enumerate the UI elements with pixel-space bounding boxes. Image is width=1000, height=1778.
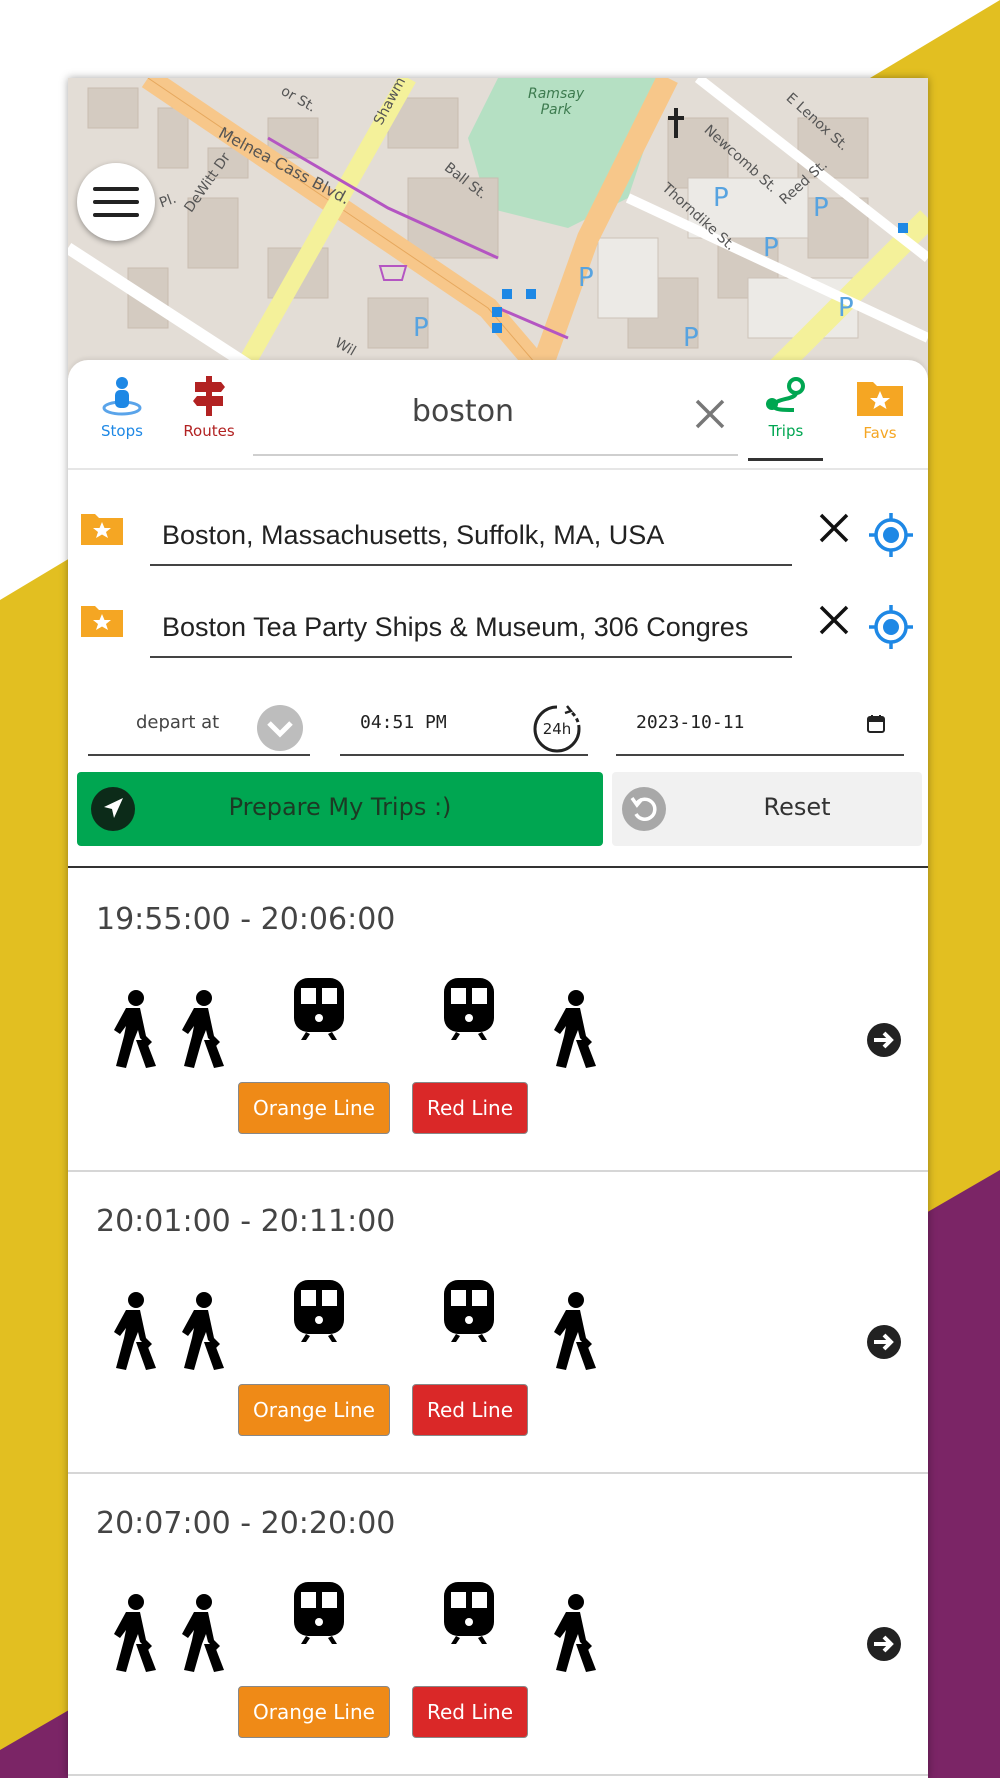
undo-icon xyxy=(622,787,666,831)
train-icon xyxy=(444,1582,494,1644)
red-line-badge: Red Line xyxy=(412,1082,528,1134)
nav-routes-label: Routes xyxy=(183,422,235,440)
clock-24h-icon[interactable]: 24h xyxy=(530,702,584,756)
red-line-badge: Red Line xyxy=(412,1686,528,1738)
nav-favs-label: Favs xyxy=(863,424,897,442)
walk-icon xyxy=(114,1594,156,1672)
destination-locate-icon[interactable] xyxy=(868,604,914,650)
chevron-down-icon xyxy=(257,705,303,751)
train-icon xyxy=(444,978,494,1040)
clock-24h-label: 24h xyxy=(543,720,572,738)
origin-favorite-icon[interactable] xyxy=(80,510,124,546)
origin-clear-icon[interactable] xyxy=(818,512,850,544)
nav-routes-button[interactable]: Routes xyxy=(168,376,250,440)
search-clear-icon[interactable] xyxy=(694,398,726,430)
destination-row xyxy=(68,592,928,672)
depart-mode-select[interactable]: depart at xyxy=(88,700,310,756)
map-view[interactable]: P P P P P P P Ramsay Park Melnea Cass Bl… xyxy=(68,78,928,386)
trip-result-item[interactable]: 20:01:00 - 20:11:00 Orange Line Red Line xyxy=(68,1172,928,1474)
prepare-trips-label: Prepare My Trips :) xyxy=(228,793,452,821)
arrow-right-circle-icon[interactable] xyxy=(866,1626,902,1662)
svg-text:P: P xyxy=(813,193,829,223)
train-icon xyxy=(294,1280,344,1342)
trip-planner-panel: Stops Routes boston Trips Favs Boston, M… xyxy=(68,360,928,1778)
reset-button[interactable]: Reset xyxy=(612,772,922,846)
svg-text:P: P xyxy=(683,323,699,353)
route-pin-icon xyxy=(766,377,805,412)
person-pin-icon xyxy=(102,377,142,416)
arrow-right-circle-icon[interactable] xyxy=(866,1022,902,1058)
signpost-icon xyxy=(193,376,225,416)
arrow-right-circle-icon[interactable] xyxy=(866,1324,902,1360)
walk-icon xyxy=(114,1292,156,1370)
nav-favs-button[interactable]: Favs xyxy=(838,376,922,442)
menu-button[interactable] xyxy=(77,163,155,241)
walk-icon xyxy=(554,1292,596,1370)
origin-locate-icon[interactable] xyxy=(868,512,914,558)
walk-icon xyxy=(554,1594,596,1672)
destination-clear-icon[interactable] xyxy=(818,604,850,636)
walk-icon xyxy=(182,990,224,1068)
svg-text:P: P xyxy=(578,263,594,293)
star-folder-icon xyxy=(857,382,903,416)
top-navigation: Stops Routes boston Trips Favs xyxy=(68,360,928,470)
nav-trips-button[interactable]: Trips xyxy=(748,376,824,440)
search-input[interactable] xyxy=(253,388,673,434)
trip-result-item[interactable]: 20:07:00 - 20:20:00 Orange Line Red Line xyxy=(68,1474,928,1776)
train-icon xyxy=(294,1582,344,1644)
trip-time-range: 20:01:00 - 20:11:00 xyxy=(96,1204,396,1239)
nav-stops-label: Stops xyxy=(101,422,143,440)
trip-time-range: 20:07:00 - 20:20:00 xyxy=(96,1506,396,1541)
depart-time-value: 04:51 PM xyxy=(360,712,447,733)
origin-row xyxy=(68,500,928,580)
depart-date-value: 2023-10-11 xyxy=(636,712,745,733)
svg-text:P: P xyxy=(413,313,429,343)
walk-icon xyxy=(114,990,156,1068)
walk-icon xyxy=(182,1292,224,1370)
depart-options-row: depart at 04:51 PM 24h 2023-10-11 xyxy=(68,690,928,770)
svg-text:P: P xyxy=(713,183,729,213)
map-tiles[interactable]: P P P P P P P xyxy=(68,78,928,386)
nav-trips-label: Trips xyxy=(768,422,804,440)
train-icon xyxy=(294,978,344,1040)
walk-icon xyxy=(554,990,596,1068)
trip-result-item[interactable]: 19:55:00 - 20:06:00 Orange Line Red Line xyxy=(68,870,928,1172)
walk-icon xyxy=(182,1594,224,1672)
depart-time-input[interactable]: 04:51 PM 24h xyxy=(340,700,588,756)
origin-input[interactable] xyxy=(150,506,792,566)
destination-favorite-icon[interactable] xyxy=(80,602,124,638)
train-icon xyxy=(444,1280,494,1342)
reset-label: Reset xyxy=(763,793,831,821)
nav-stops-button[interactable]: Stops xyxy=(82,376,162,440)
depart-mode-label: depart at xyxy=(136,712,220,733)
svg-text:P: P xyxy=(838,293,854,323)
prepare-trips-button[interactable]: Prepare My Trips :) xyxy=(77,772,603,846)
svg-text:P: P xyxy=(763,233,779,263)
search-bar xyxy=(253,370,738,456)
active-tab-indicator xyxy=(748,458,823,461)
trip-time-range: 19:55:00 - 20:06:00 xyxy=(96,902,396,937)
orange-line-badge: Orange Line xyxy=(238,1686,390,1738)
orange-line-badge: Orange Line xyxy=(238,1082,390,1134)
map-label-park: Ramsay Park xyxy=(528,86,585,118)
hamburger-icon xyxy=(93,187,139,217)
red-line-badge: Red Line xyxy=(412,1384,528,1436)
app-window: P P P P P P P Ramsay Park Melnea Cass Bl… xyxy=(68,78,928,1778)
trip-results-list: 19:55:00 - 20:06:00 Orange Line Red Line… xyxy=(68,870,928,1776)
destination-input[interactable] xyxy=(150,598,792,658)
orange-line-badge: Orange Line xyxy=(238,1384,390,1436)
depart-date-input[interactable]: 2023-10-11 xyxy=(616,700,904,756)
action-buttons-row: Prepare My Trips :) Reset xyxy=(68,772,928,868)
calendar-icon[interactable] xyxy=(866,714,886,734)
